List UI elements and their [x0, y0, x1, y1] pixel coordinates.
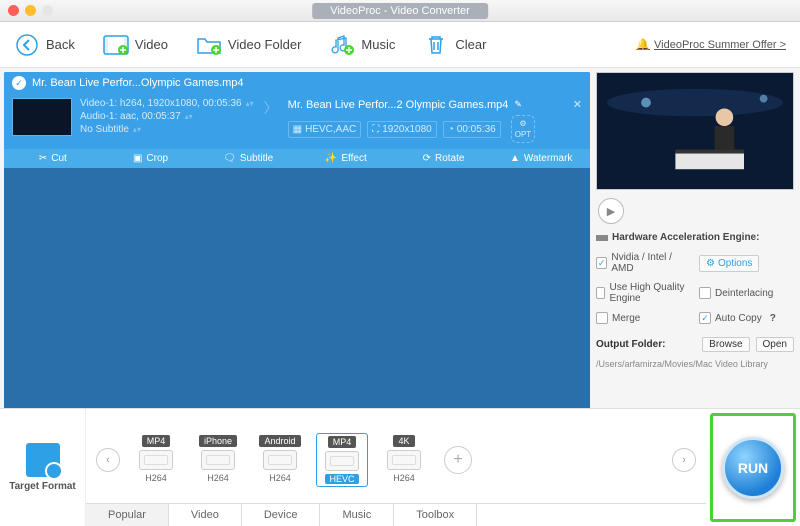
preview-player[interactable] — [596, 72, 794, 190]
chevron-updown-icon[interactable]: ▴▾ — [185, 112, 193, 121]
output-title: Mr. Bean Live Perfor...2 Olympic Games.m… — [288, 99, 509, 111]
format-card-iphone-h264[interactable]: iPhoneH264 — [192, 433, 244, 487]
format-card-4k-h264[interactable]: 4KH264 — [378, 433, 430, 487]
format-card-android-h264[interactable]: AndroidH264 — [254, 433, 306, 487]
back-label: Back — [46, 37, 75, 52]
tab-music[interactable]: Music — [320, 504, 394, 526]
window-title: VideoProc - Video Converter — [312, 3, 488, 19]
queue-panel: ✓ Mr. Bean Live Perfor...Olympic Games.m… — [0, 68, 590, 408]
output-dur-chip[interactable]: ◔ 00:05:36 — [443, 121, 501, 138]
titlebar: VideoProc - Video Converter — [0, 0, 800, 22]
format-prev-button[interactable]: ‹ — [96, 448, 120, 472]
effect-button[interactable]: ✨Effect — [297, 153, 395, 164]
add-folder-button[interactable]: Video Folder — [196, 34, 301, 56]
chevron-updown-icon[interactable]: ▴▾ — [133, 125, 141, 134]
music-icon — [329, 34, 355, 56]
codec-options-button[interactable]: ⚙OPT — [511, 115, 535, 143]
hw-accel-label: Hardware Acceleration Engine: — [596, 232, 794, 243]
edit-name-icon[interactable]: ✎ — [514, 99, 522, 110]
folder-label: Video Folder — [228, 37, 301, 52]
music-label: Music — [361, 37, 395, 52]
cut-button[interactable]: ✂Cut — [4, 153, 102, 164]
source-title: Mr. Bean Live Perfor...Olympic Games.mp4 — [32, 77, 252, 89]
video-icon — [103, 34, 129, 56]
source-thumbnail — [12, 98, 72, 136]
source-meta: Video-1: h264, 1920x1080, 00:05:36 ▴▾ Aud… — [80, 98, 254, 135]
folder-icon — [196, 34, 222, 56]
format-add-button[interactable]: + — [444, 446, 472, 474]
side-panel: ▶ Hardware Acceleration Engine: Nvidia /… — [590, 68, 800, 408]
deinterlace-checkbox[interactable]: Deinterlacing — [699, 279, 794, 307]
window-controls — [8, 5, 53, 16]
output-folder-path: /Users/arfamirza/Movies/Mac Video Librar… — [596, 359, 794, 369]
back-icon — [14, 34, 40, 56]
audio-track: Audio-1: aac, 00:05:37 — [80, 111, 181, 122]
queue-item[interactable]: ✓ Mr. Bean Live Perfor...Olympic Games.m… — [4, 72, 590, 168]
run-button[interactable]: RUN — [722, 437, 784, 499]
minimize-icon[interactable] — [25, 5, 36, 16]
browse-button[interactable]: Browse — [702, 337, 749, 352]
format-card-mp4-hevc[interactable]: MP4HEVC — [316, 433, 368, 487]
subtitle-button[interactable]: 🗨Subtitle — [199, 153, 297, 164]
target-format-icon — [26, 443, 60, 477]
format-card-mp4-h264[interactable]: MP4H264 — [130, 433, 182, 487]
hw-options-button[interactable]: ⚙Options — [699, 255, 759, 272]
autocopy-checkbox[interactable]: Auto Copy ? — [699, 309, 794, 327]
format-next-button[interactable]: › — [672, 448, 696, 472]
target-format-label: Target Format — [9, 481, 76, 492]
output-res-chip[interactable]: ⛶ 1920x1080 — [367, 121, 437, 138]
merge-checkbox[interactable]: Merge — [596, 309, 691, 327]
video-track: Video-1: h264, 1920x1080, 00:05:36 — [80, 98, 242, 109]
tab-toolbox[interactable]: Toolbox — [394, 504, 477, 526]
format-tabs: PopularVideoDeviceMusicToolbox — [86, 503, 706, 526]
output-codec-chip[interactable]: ▦ HEVC,AAC — [288, 121, 362, 138]
offer-label: VideoProc Summer Offer > — [654, 39, 786, 51]
hq-checkbox[interactable]: Use High Quality Engine — [596, 279, 691, 307]
chevron-updown-icon[interactable]: ▴▾ — [246, 99, 254, 108]
tab-device[interactable]: Device — [242, 504, 321, 526]
add-music-button[interactable]: Music — [329, 34, 395, 56]
video-queue: ✓ Mr. Bean Live Perfor...Olympic Games.m… — [4, 72, 590, 412]
output-folder-label: Output Folder: — [596, 339, 665, 350]
check-icon[interactable]: ✓ — [12, 76, 26, 90]
remove-item-icon[interactable]: ✕ — [573, 98, 582, 111]
tab-video[interactable]: Video — [169, 504, 242, 526]
rotate-button[interactable]: ⟳Rotate — [395, 153, 493, 164]
run-box: RUN — [710, 413, 796, 522]
edit-toolbar: ✂Cut ▣Crop 🗨Subtitle ✨Effect ⟳Rotate ▲Wa… — [4, 149, 590, 168]
format-selector: ‹ MP4H264iPhoneH264AndroidH264MP4HEVC4KH… — [86, 409, 706, 526]
chip-icon — [596, 235, 608, 241]
maximize-icon — [42, 5, 53, 16]
bell-icon: 🔔 — [636, 38, 650, 51]
queue-item-header: ✓ Mr. Bean Live Perfor...Olympic Games.m… — [4, 72, 590, 94]
main-area: ✓ Mr. Bean Live Perfor...Olympic Games.m… — [0, 68, 800, 408]
gear-icon: ⚙ — [706, 258, 715, 269]
target-format[interactable]: Target Format — [0, 409, 86, 526]
queue-item-body: Video-1: h264, 1920x1080, 00:05:36 ▴▾ Aud… — [4, 94, 590, 149]
trash-icon — [423, 34, 449, 56]
clear-button[interactable]: Clear — [423, 34, 486, 56]
clear-label: Clear — [455, 37, 486, 52]
play-button[interactable]: ▶ — [598, 198, 624, 224]
offer-link[interactable]: 🔔 VideoProc Summer Offer > — [636, 38, 786, 51]
tab-popular[interactable]: Popular — [86, 504, 169, 526]
arrow-icon: 〉 — [262, 98, 280, 118]
crop-button[interactable]: ▣Crop — [102, 153, 200, 164]
close-icon[interactable] — [8, 5, 19, 16]
watermark-button[interactable]: ▲Watermark — [492, 153, 590, 164]
add-video-button[interactable]: Video — [103, 34, 168, 56]
video-label: Video — [135, 37, 168, 52]
bottom-panel: Target Format ‹ MP4H264iPhoneH264Android… — [0, 408, 800, 526]
subtitle-track: No Subtitle — [80, 124, 129, 135]
back-button[interactable]: Back — [14, 34, 75, 56]
toolbar: Back Video Video Folder Music Clear 🔔 Vi… — [0, 22, 800, 68]
help-icon[interactable]: ? — [770, 313, 776, 324]
output-meta: Mr. Bean Live Perfor...2 Olympic Games.m… — [288, 98, 582, 143]
nvidia-checkbox[interactable]: Nvidia / Intel / AMD — [596, 249, 691, 277]
open-button[interactable]: Open — [756, 337, 794, 352]
